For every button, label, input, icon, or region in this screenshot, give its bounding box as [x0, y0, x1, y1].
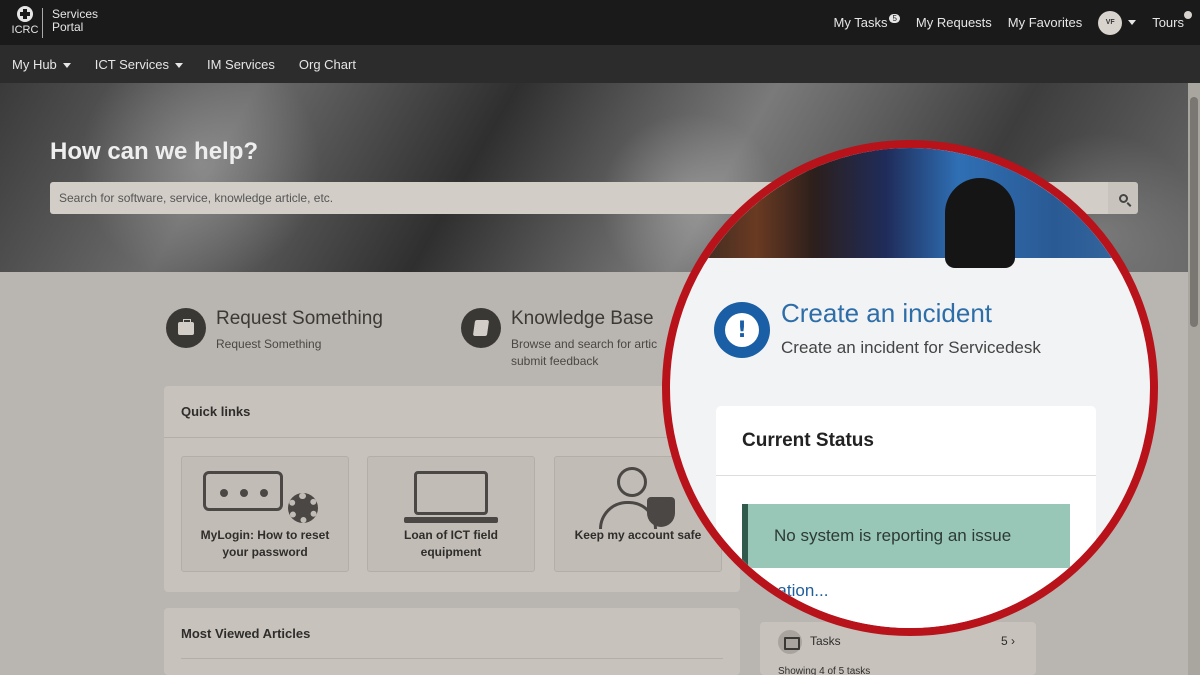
chevron-down-icon: [174, 62, 183, 68]
tasks-label: Tasks: [810, 634, 841, 648]
avatar[interactable]: VF: [1098, 10, 1123, 35]
chevron-down-icon[interactable]: [1128, 20, 1137, 25]
status-message: No system is reporting an issue: [742, 504, 1070, 568]
zoom-callout: ! Create an incident Create an incident …: [662, 140, 1158, 636]
quick-link-label-line1: Loan of ICT field: [404, 528, 498, 542]
my-requests-link[interactable]: My Requests: [916, 15, 992, 30]
quick-link-label-line1: MyLogin: How to reset: [200, 528, 330, 542]
portal-name-line2: Portal: [52, 20, 84, 34]
quick-link-loan-equipment[interactable]: Loan of ICT field equipment: [367, 456, 535, 572]
knowledge-base-subtitle-line1: Browse and search for artic: [511, 337, 658, 351]
tours-label: Tours: [1152, 15, 1184, 30]
icrc-logo[interactable]: ICRC: [8, 6, 42, 40]
top-nav: My Tasks 5 My Requests My Favorites VF To…: [818, 0, 1200, 45]
book-icon: [461, 308, 501, 348]
menu-org-chart[interactable]: Org Chart: [299, 57, 356, 72]
briefcase-icon: [166, 308, 206, 348]
tasks-showing: Showing 4 of 5 tasks: [778, 666, 871, 675]
knowledge-base-tile[interactable]: Knowledge Base Browse and search for art…: [461, 308, 657, 370]
tours-indicator-icon: [1184, 11, 1192, 19]
my-tasks-badge: 5: [889, 14, 900, 23]
my-tasks-label: My Tasks: [833, 15, 888, 30]
scrollbar-thumb[interactable]: [1190, 97, 1198, 327]
chevron-down-icon: [62, 62, 71, 68]
quick-link-reset-password[interactable]: MyLogin: How to reset your password: [181, 456, 349, 572]
quick-link-label: MyLogin: How to reset your password: [182, 527, 348, 561]
quick-links-title: Quick links: [164, 386, 740, 438]
menu-im-services[interactable]: IM Services: [207, 57, 275, 72]
my-favorites-link[interactable]: My Favorites: [1008, 15, 1082, 30]
menu-ict-services[interactable]: ICT Services: [95, 57, 183, 72]
portal-name[interactable]: Services Portal: [52, 8, 98, 34]
exclamation-icon[interactable]: !: [714, 302, 770, 358]
quick-link-label-line2: your password: [222, 545, 308, 559]
password-gear-icon: [182, 457, 348, 527]
more-information-link[interactable]: e information...: [716, 581, 828, 601]
laptop-icon: [368, 457, 534, 527]
knowledge-base-title: Knowledge Base: [511, 308, 654, 329]
knowledge-base-subtitle: Browse and search for artic submit feedba…: [511, 336, 657, 370]
menu-my-hub[interactable]: My Hub: [12, 57, 71, 72]
menu-my-hub-label: My Hub: [12, 56, 57, 72]
my-tasks-link[interactable]: My Tasks 5: [833, 14, 900, 30]
create-incident-subtitle: Create an incident for Servicedesk: [781, 338, 1041, 357]
request-something-title: Request Something: [216, 308, 383, 329]
most-viewed-title: Most Viewed Articles: [181, 626, 311, 641]
red-cross-icon: [17, 6, 33, 22]
divider: [181, 658, 723, 659]
quick-link-label-line2: equipment: [420, 545, 482, 559]
quick-link-label: Loan of ICT field equipment: [368, 527, 534, 561]
hero-title: How can we help?: [50, 138, 259, 165]
request-something-subtitle: Request Something: [216, 337, 322, 351]
current-status-card: Current Status No system is reporting an…: [716, 406, 1096, 628]
menu-ict-services-label: ICT Services: [94, 56, 169, 72]
current-status-title: Current Status: [716, 406, 1096, 476]
create-incident-title[interactable]: Create an incident: [781, 298, 992, 329]
tasks-count: 5 ›: [1001, 634, 1016, 648]
most-viewed-card: Most Viewed Articles: [164, 608, 740, 675]
logo-text: ICRC: [11, 24, 39, 36]
tasks-icon: [778, 630, 802, 654]
tours-link[interactable]: Tours: [1152, 11, 1192, 30]
knowledge-base-subtitle-line2: submit feedback: [511, 354, 599, 368]
request-something-tile[interactable]: Request Something Request Something: [166, 308, 383, 353]
quick-links-card: Quick links MyLogin: How to reset your pa…: [164, 386, 740, 592]
top-bar: ICRC Services Portal My Tasks 5 My Reques…: [0, 0, 1200, 45]
main-menu: My Hub ICT Services IM Services Org Char…: [0, 45, 1200, 83]
page-scrollbar[interactable]: [1188, 83, 1200, 675]
logo-divider: [42, 8, 43, 38]
zoomed-banner-image: [670, 148, 1150, 268]
quick-link-label: Keep my account safe: [574, 528, 702, 542]
